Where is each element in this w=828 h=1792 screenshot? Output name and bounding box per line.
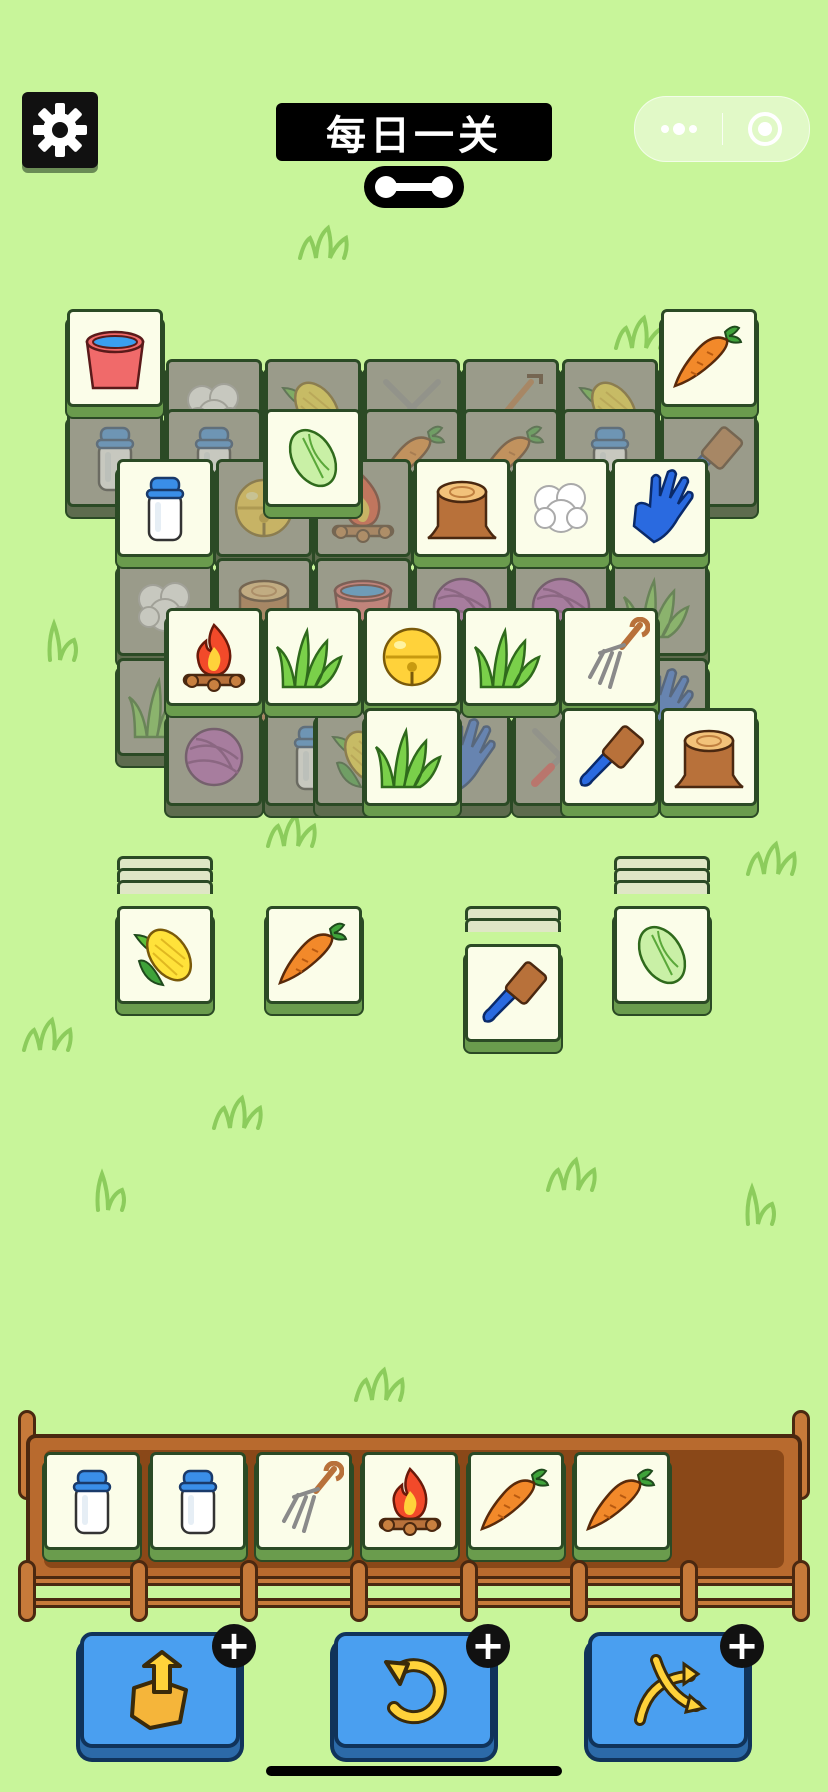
- more-dots-icon[interactable]: [659, 117, 699, 141]
- fence-post: [680, 1560, 698, 1622]
- board-tile-grass[interactable]: [364, 708, 460, 806]
- campfire-icon: [370, 1461, 450, 1541]
- tray-slot-pitchfork: [256, 1452, 352, 1550]
- pitchfork-icon: [570, 617, 650, 697]
- carrot-icon: [669, 318, 749, 398]
- tray-slot-carrot: [574, 1452, 670, 1550]
- home-indicator[interactable]: [266, 1766, 562, 1776]
- board-tile-bucket[interactable]: [67, 309, 163, 407]
- settings-button[interactable]: [22, 92, 98, 168]
- progress-dumbbell-icon: [375, 176, 453, 198]
- board-tile-pitchfork[interactable]: [562, 608, 658, 706]
- gear-icon: [33, 103, 87, 157]
- grass-decoration: [298, 224, 349, 260]
- stack-edge: [614, 880, 710, 894]
- cabbage-icon: [273, 418, 353, 498]
- wood-stump-icon: [669, 717, 749, 797]
- tray-slot-carrot: [468, 1452, 564, 1550]
- undo-add-badge[interactable]: +: [466, 1624, 510, 1668]
- grass-decoration: [266, 812, 317, 848]
- board-tile-wood-stump[interactable]: [661, 708, 757, 806]
- fence-post: [792, 1560, 810, 1622]
- carrot-icon: [582, 1461, 662, 1541]
- undo-icon: [384, 1658, 447, 1725]
- carrot-icon: [476, 1461, 556, 1541]
- board-tile-yarn: [166, 708, 262, 806]
- fence-post: [570, 1560, 588, 1622]
- title-text: 每日一关: [326, 113, 502, 159]
- glove-icon: [620, 468, 700, 548]
- board-tile-grass[interactable]: [265, 608, 361, 706]
- board-tile-cabbage[interactable]: [265, 409, 361, 507]
- grass-decoration: [746, 840, 797, 876]
- miniprogram-capsule: [634, 96, 810, 162]
- cabbage-icon: [622, 915, 702, 995]
- bucket-icon: [75, 318, 155, 398]
- target-circle-icon[interactable]: [747, 111, 783, 147]
- fence-post: [240, 1560, 258, 1622]
- tray-slot-campfire: [362, 1452, 458, 1550]
- board-tile-campfire[interactable]: [166, 608, 262, 706]
- page-title: 每日一关: [276, 103, 552, 161]
- bell-icon: [372, 617, 452, 697]
- grass-decoration: [546, 1156, 597, 1192]
- fence-post: [460, 1560, 478, 1622]
- grass-icon: [471, 617, 551, 697]
- grass-icon: [372, 717, 452, 797]
- stack-top-brush[interactable]: [465, 944, 561, 1042]
- tray-slot-milk-jar: [44, 1452, 140, 1550]
- grass-decoration: [95, 1168, 126, 1212]
- carrot-icon: [274, 915, 354, 995]
- board-tile-glove[interactable]: [612, 459, 708, 557]
- fence-post: [350, 1560, 368, 1622]
- tray-slot-milk-jar: [150, 1452, 246, 1550]
- milk-jar-icon: [52, 1461, 132, 1541]
- stack-edge: [117, 880, 213, 894]
- board-tile-bell[interactable]: [364, 608, 460, 706]
- box-arrow-up-icon: [130, 1650, 188, 1730]
- board-tile-carrot[interactable]: [661, 309, 757, 407]
- shuffle-icon: [634, 1654, 708, 1726]
- grass-decoration: [22, 1016, 73, 1052]
- board-tile-wool[interactable]: [513, 459, 609, 557]
- grass-decoration: [47, 618, 78, 662]
- fence-post: [130, 1560, 148, 1622]
- milk-jar-icon: [125, 468, 205, 548]
- wood-stump-icon: [422, 468, 502, 548]
- stack-top-cabbage[interactable]: [614, 906, 710, 1004]
- milk-jar-icon: [158, 1461, 238, 1541]
- wool-icon: [521, 468, 601, 548]
- board-tile-wood-stump[interactable]: [414, 459, 510, 557]
- board-tile-grass[interactable]: [463, 608, 559, 706]
- stack-top-corn[interactable]: [117, 906, 213, 1004]
- board-tile-brush[interactable]: [562, 708, 658, 806]
- brush-icon: [570, 717, 650, 797]
- grass-decoration: [354, 1366, 405, 1402]
- capsule-divider: [722, 113, 723, 145]
- grass-decoration: [212, 1094, 263, 1130]
- shuffle-add-badge[interactable]: +: [720, 1624, 764, 1668]
- campfire-icon: [174, 617, 254, 697]
- level-progress-indicator: [364, 166, 464, 208]
- corn-icon: [125, 915, 205, 995]
- pitchfork-icon: [264, 1461, 344, 1541]
- stack-top-carrot[interactable]: [266, 906, 362, 1004]
- grass-icon: [273, 617, 353, 697]
- board-tile-milk-jar[interactable]: [117, 459, 213, 557]
- move-out-add-badge[interactable]: +: [212, 1624, 256, 1668]
- grass-decoration: [745, 1182, 776, 1226]
- fence-post: [18, 1560, 36, 1622]
- stack-edge: [465, 918, 561, 932]
- brush-icon: [473, 953, 553, 1033]
